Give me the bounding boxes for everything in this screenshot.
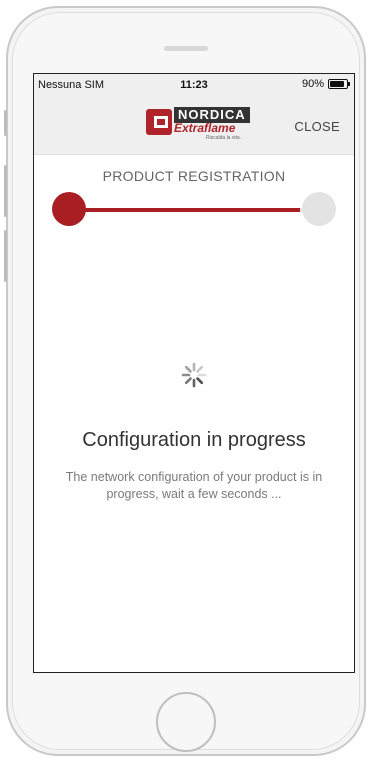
battery-fill bbox=[330, 81, 345, 87]
logo-mark-icon bbox=[146, 109, 172, 135]
spinner-spoke bbox=[196, 377, 204, 385]
battery-status: 90% bbox=[301, 78, 350, 90]
configuration-status-message: The network configuration of your produc… bbox=[65, 470, 323, 501]
speaker-grille bbox=[164, 46, 208, 51]
brand-subname: Extraflame bbox=[174, 121, 236, 135]
registration-progress bbox=[52, 192, 336, 228]
brand-logo: NORDICA Extraflame Riscalda la vita. bbox=[146, 107, 250, 145]
activity-spinner-icon bbox=[181, 362, 207, 388]
volume-down-button bbox=[4, 230, 7, 282]
status-bar: Nessuna SIM 11:23 90% bbox=[34, 74, 354, 98]
navigation-bar: NORDICA Extraflame Riscalda la vita. CLO… bbox=[34, 98, 354, 155]
spinner-spoke bbox=[184, 365, 192, 373]
brand-tagline: Riscalda la vita. bbox=[206, 135, 242, 141]
configuration-status-title: Configuration in progress bbox=[82, 429, 306, 451]
progress-fill bbox=[68, 208, 300, 212]
spinner-spoke bbox=[184, 377, 192, 385]
volume-up-button bbox=[4, 165, 7, 217]
spinner-spoke bbox=[196, 365, 204, 373]
progress-track bbox=[68, 208, 320, 212]
mute-switch bbox=[4, 110, 7, 136]
battery-percent: 90% bbox=[301, 78, 324, 90]
battery-icon bbox=[328, 79, 350, 89]
page-title: PRODUCT REGISTRATION bbox=[102, 168, 286, 184]
home-button[interactable] bbox=[156, 692, 216, 752]
close-button[interactable]: CLOSE bbox=[294, 119, 340, 134]
app-screen: Nessuna SIM 11:23 90% NORDICA Extraflame… bbox=[33, 73, 355, 673]
progress-step-start bbox=[52, 192, 86, 226]
progress-step-end bbox=[302, 192, 336, 226]
